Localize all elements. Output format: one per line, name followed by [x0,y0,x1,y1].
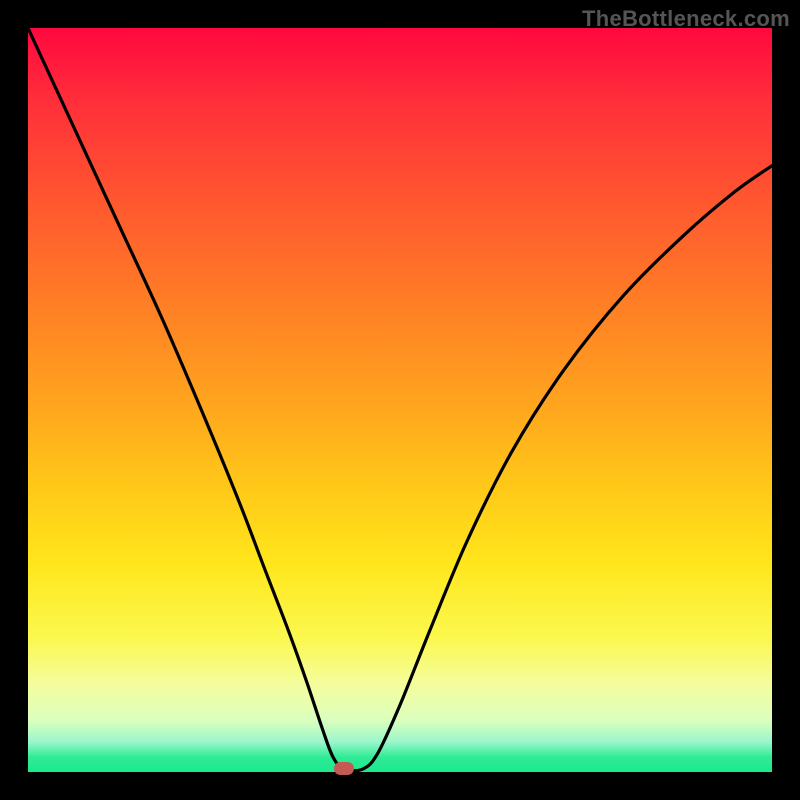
bottleneck-curve [28,28,772,772]
plot-area [28,28,772,772]
chart-frame: TheBottleneck.com [0,0,800,800]
